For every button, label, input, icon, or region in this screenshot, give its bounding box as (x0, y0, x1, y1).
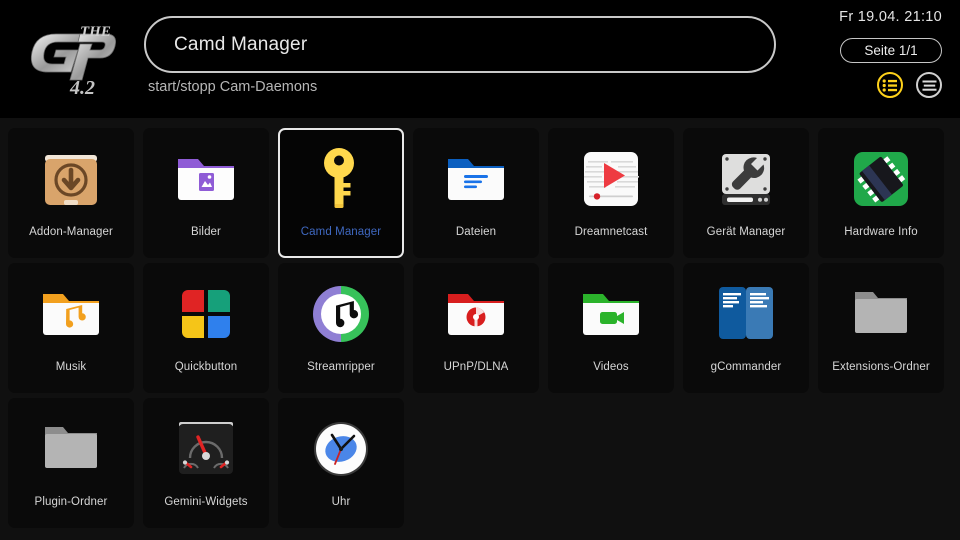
clock-icon (305, 413, 377, 485)
app-tile-bilder[interactable]: Bilder (143, 128, 269, 258)
app-tile-musik[interactable]: Musik (8, 263, 134, 393)
app-tile-label: Bilder (190, 226, 221, 238)
app-tile-label: Musik (55, 361, 87, 373)
page-subtitle: start/stopp Cam-Daemons (148, 79, 318, 95)
music-ring-icon (305, 278, 377, 350)
gp-logo: THE 4.2 (18, 16, 126, 98)
dual-pane-icon (710, 278, 782, 350)
search-input[interactable]: Camd Manager (144, 16, 776, 73)
grey-folder-icon (35, 413, 107, 485)
app-tile-extensions-ordner[interactable]: Extensions-Ordner (818, 263, 944, 393)
app-tile-label: Streamripper (307, 361, 375, 373)
page-indicator[interactable]: Seite 1/1 (840, 38, 942, 63)
app-tile-streamripper[interactable]: Streamripper (278, 263, 404, 393)
app-tile-label: Dateien (455, 226, 497, 238)
music-folder-icon (35, 278, 107, 350)
app-tile-dreamnetcast[interactable]: Dreamnetcast (548, 128, 674, 258)
app-tile-label: Quickbutton (174, 361, 238, 373)
app-tile-gemini-widgets[interactable]: Gemini-Widgets (143, 398, 269, 528)
page-indicator-label: Seite 1/1 (864, 43, 918, 58)
view-toggle-group (877, 72, 942, 98)
pictures-folder-icon (170, 143, 242, 215)
search-value: Camd Manager (174, 33, 308, 55)
chip-icon (845, 143, 917, 215)
app-tile-hardware-info[interactable]: Hardware Info (818, 128, 944, 258)
app-tile-label: gCommander (710, 361, 782, 373)
files-folder-icon (440, 143, 512, 215)
header-bar: THE 4.2 Camd Manager start/stopp Cam-Dae… (0, 0, 960, 118)
app-tile-plugin-ordner[interactable]: Plugin-Ordner (8, 398, 134, 528)
app-tile-gcommander[interactable]: gCommander (683, 263, 809, 393)
four-squares-icon (170, 278, 242, 350)
addon-manager-icon (35, 143, 107, 215)
app-tile-label: Hardware Info (844, 226, 918, 238)
app-tile-label: Dreamnetcast (574, 226, 648, 238)
grey-folder-icon (845, 278, 917, 350)
app-tile-label: Gemini-Widgets (164, 496, 248, 508)
app-tile-videos[interactable]: Videos (548, 263, 674, 393)
network-folder-icon (440, 278, 512, 350)
app-grid: Addon-Manager Bilder Camd Manager Dateie… (8, 128, 952, 528)
device-wrench-icon (710, 143, 782, 215)
app-tile-label: Gerät Manager (706, 226, 786, 238)
key-icon (305, 143, 377, 215)
app-tile-label: Plugin-Ordner (34, 496, 108, 508)
app-tile-dateien[interactable]: Dateien (413, 128, 539, 258)
app-tile-upnp-dlna[interactable]: UPnP/DLNA (413, 263, 539, 393)
app-tile-label: Uhr (331, 496, 351, 508)
app-root: THE 4.2 Camd Manager start/stopp Cam-Dae… (0, 0, 960, 540)
app-tile-geraet-manager[interactable]: Gerät Manager (683, 128, 809, 258)
media-play-icon (575, 143, 647, 215)
list-view-icon[interactable] (877, 72, 903, 98)
app-tile-label: Videos (593, 361, 629, 373)
svg-text:4.2: 4.2 (69, 77, 95, 98)
app-tile-quickbutton[interactable]: Quickbutton (143, 263, 269, 393)
app-tile-label: Addon-Manager (29, 226, 113, 238)
app-tile-label: Extensions-Ordner (832, 361, 930, 373)
video-folder-icon (575, 278, 647, 350)
app-tile-addon-manager[interactable]: Addon-Manager (8, 128, 134, 258)
app-tile-camd-manager[interactable]: Camd Manager (278, 128, 404, 258)
app-tile-label: UPnP/DLNA (443, 361, 509, 373)
app-tile-label: Camd Manager (300, 226, 382, 238)
svg-text:THE: THE (80, 24, 111, 40)
menu-icon[interactable] (916, 72, 942, 98)
app-tile-uhr[interactable]: Uhr (278, 398, 404, 528)
gauges-icon (170, 413, 242, 485)
datetime-display: Fr 19.04. 21:10 (839, 9, 942, 25)
